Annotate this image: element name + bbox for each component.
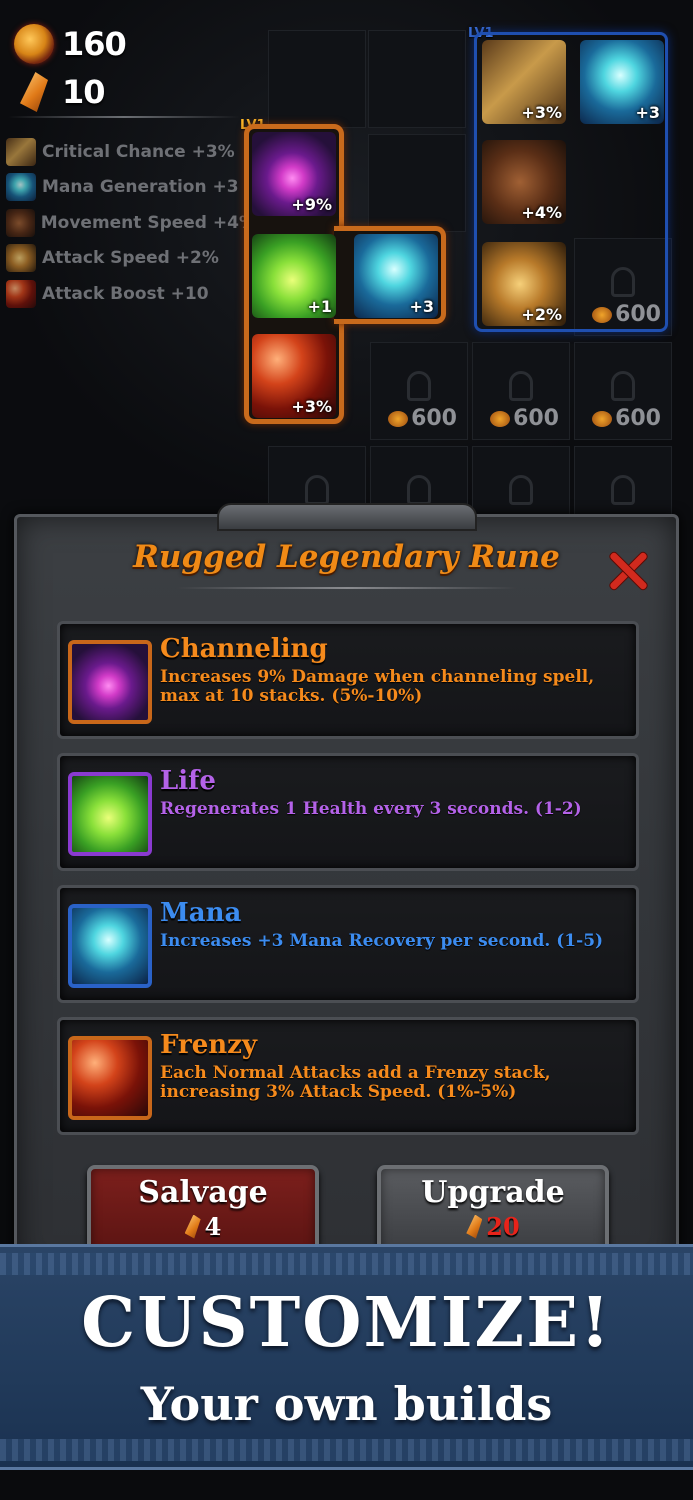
crystal-icon	[466, 1214, 483, 1239]
rune-description: Increases 9% Damage when channeling spel…	[160, 667, 595, 706]
rune-description: Each Normal Attacks add a Frenzy stack, …	[160, 1063, 551, 1102]
stat-label: Attack Speed +2%	[42, 248, 219, 269]
slot-price: 600	[592, 406, 661, 431]
stat-label: Critical Chance +3%	[42, 141, 235, 162]
stat-movement-speed: Movement Speed +4%	[6, 205, 256, 241]
grid-slot[interactable]	[368, 134, 466, 232]
panel-title: Rugged Legendary Rune	[133, 539, 560, 575]
stat-label: Attack Boost +10	[42, 283, 209, 304]
slot-price: 600	[388, 406, 457, 431]
movement-rune-slot[interactable]: +4%	[482, 140, 566, 224]
rune-description: Regenerates 1 Health every 3 seconds. (1…	[160, 799, 582, 819]
stat-critical-chance: Critical Chance +3%	[6, 134, 256, 170]
stat-attack-boost: Attack Boost +10	[6, 276, 256, 312]
claw-icon	[6, 244, 36, 273]
upgrade-cost-value: 20	[486, 1212, 520, 1241]
salvage-cost: 4	[91, 1212, 315, 1241]
attack-speed-rune-slot[interactable]: +2%	[482, 242, 566, 326]
lock-icon	[407, 371, 431, 401]
rune-name: Life	[160, 766, 216, 796]
grid-slot[interactable]	[268, 30, 366, 128]
crystal-amount: 10	[62, 73, 106, 111]
crystal-counter: 10	[14, 72, 106, 112]
stat-list: Critical Chance +3% Mana Generation +3 M…	[6, 134, 256, 312]
mana-orb-icon	[6, 173, 36, 202]
life-icon	[68, 772, 152, 856]
boot-icon	[6, 208, 35, 237]
critical-rune-slot[interactable]: +3%	[482, 40, 566, 124]
locked-slot[interactable]: 600	[472, 342, 570, 440]
title-flourish	[176, 587, 517, 589]
slot-price: 600	[490, 406, 559, 431]
crystal-icon	[20, 72, 48, 112]
mana-icon	[68, 904, 152, 988]
rune-card-life: Life Regenerates 1 Health every 3 second…	[57, 753, 639, 871]
footer-strip	[0, 1470, 693, 1500]
gold-counter: 160	[14, 24, 127, 64]
crossbow-icon	[6, 137, 36, 166]
gold-coin-icon	[592, 410, 613, 427]
salvage-cost-value: 4	[204, 1212, 222, 1241]
stat-label: Movement Speed +4%	[40, 212, 256, 233]
banner-border-pattern	[0, 1439, 693, 1461]
upgrade-cost: 20	[381, 1212, 605, 1241]
channeling-rune-slot[interactable]: +9%	[252, 132, 336, 216]
stat-attack-speed: Attack Speed +2%	[6, 241, 256, 277]
rune-card-channeling: Channeling Increases 9% Damage when chan…	[57, 621, 639, 739]
panel-ornament	[216, 503, 477, 531]
crystal-icon	[184, 1214, 201, 1239]
locked-slot[interactable]: 600	[574, 342, 672, 440]
lock-icon	[305, 475, 329, 505]
rune-detail-panel: Rugged Legendary Rune Channeling Increas…	[14, 503, 679, 1274]
banner-title: CUSTOMIZE!	[81, 1283, 612, 1363]
lock-icon	[509, 371, 533, 401]
locked-slot[interactable]: 600	[370, 342, 468, 440]
frenzy-icon	[68, 1036, 152, 1120]
fire-blade-icon	[6, 279, 36, 308]
mana-rune-slot[interactable]: +3	[580, 40, 664, 124]
banner-border-pattern	[0, 1253, 693, 1275]
rune-name: Frenzy	[160, 1030, 258, 1060]
promo-banner: CUSTOMIZE! Your own builds	[0, 1244, 693, 1470]
salvage-label: Salvage	[138, 1175, 268, 1210]
lock-icon	[611, 371, 635, 401]
rune-name: Mana	[160, 898, 242, 928]
gold-coin-icon	[490, 410, 511, 427]
gold-coin-icon	[14, 24, 54, 64]
gold-amount: 160	[62, 25, 127, 63]
frenzy-rune-slot[interactable]: +3%	[252, 334, 336, 418]
gold-coin-icon	[388, 410, 409, 427]
rune-card-frenzy: Frenzy Each Normal Attacks add a Frenzy …	[57, 1017, 639, 1135]
lock-icon	[611, 475, 635, 505]
rune-name: Channeling	[160, 634, 328, 664]
stat-label: Mana Generation +3	[42, 177, 239, 198]
upgrade-label: Upgrade	[421, 1175, 565, 1210]
rune-description: Increases +3 Mana Recovery per second. (…	[160, 931, 604, 951]
close-button[interactable]	[606, 549, 650, 593]
life-rune-slot[interactable]: +1	[252, 234, 336, 318]
rune-card-mana: Mana Increases +3 Mana Recovery per seco…	[57, 885, 639, 1003]
stats-divider	[8, 116, 240, 118]
grid-slot[interactable]	[368, 30, 466, 128]
channeling-icon	[68, 640, 152, 724]
lock-icon	[509, 475, 533, 505]
banner-subtitle: Your own builds	[140, 1377, 553, 1431]
mana-rune-slot[interactable]: +3	[354, 234, 438, 318]
stat-mana-generation: Mana Generation +3	[6, 170, 256, 206]
rune-board: 160 10 Critical Chance +3% Mana Generati…	[0, 0, 693, 544]
lock-icon	[407, 475, 431, 505]
